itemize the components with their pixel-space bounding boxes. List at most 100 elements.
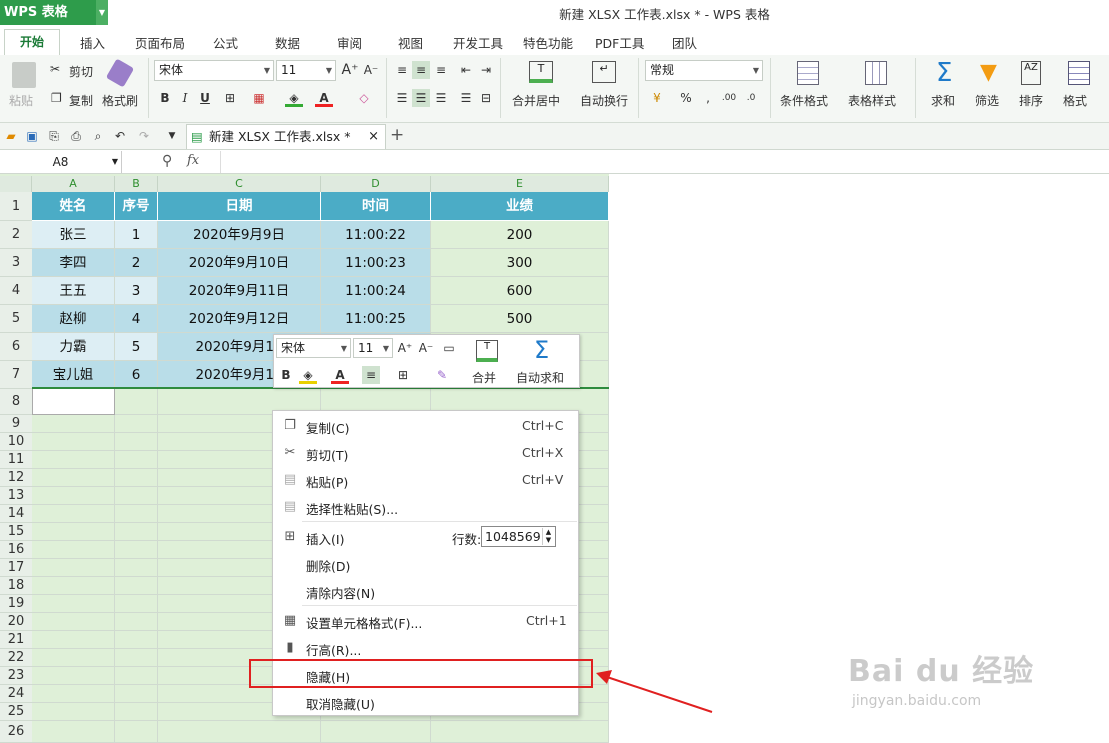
table-cell[interactable]: 2	[115, 249, 158, 277]
row-header-25[interactable]: 25	[0, 703, 32, 721]
empty-cell[interactable]	[115, 577, 158, 595]
rows-count-input[interactable]: 1048569 ▲ ▼	[481, 526, 556, 547]
table-cell[interactable]: 2020年9月10日	[158, 249, 321, 277]
row-header-1[interactable]: 1	[0, 192, 32, 221]
font-select[interactable]: 宋体 ▼	[154, 60, 274, 81]
empty-cell[interactable]	[32, 667, 115, 685]
format-button[interactable]: 格式	[1063, 92, 1087, 109]
table-cell[interactable]: 6	[115, 361, 158, 389]
row-header-6[interactable]: 6	[0, 333, 32, 361]
menu-unhide[interactable]: 取消隐藏(U)	[306, 694, 375, 713]
decrease-decimal-icon[interactable]: .0	[742, 89, 760, 107]
border-icon[interactable]: ⊞	[221, 89, 239, 107]
export-pdf-icon[interactable]: ⎘	[45, 127, 63, 145]
table-cell[interactable]: 200	[431, 221, 609, 249]
spinner-icon[interactable]: ▲ ▼	[542, 528, 554, 545]
mini-font-color-icon[interactable]: A	[331, 366, 349, 384]
empty-cell[interactable]	[115, 523, 158, 541]
table-header-cell[interactable]: 日期	[158, 192, 321, 221]
empty-cell[interactable]	[115, 595, 158, 613]
select-all-corner[interactable]	[0, 176, 32, 192]
copy-button[interactable]: 复制	[69, 92, 93, 109]
font-color-icon[interactable]: A	[315, 89, 333, 107]
empty-cell[interactable]	[115, 541, 158, 559]
empty-cell[interactable]	[115, 469, 158, 487]
sum-button[interactable]: 求和	[931, 92, 955, 109]
increase-font-icon[interactable]: A⁺	[341, 61, 359, 79]
fill-color-icon[interactable]: ◈	[285, 89, 303, 107]
percent-button[interactable]: %	[677, 89, 695, 107]
row-header-16[interactable]: 16	[0, 541, 32, 559]
paste-button[interactable]: 粘贴	[9, 92, 33, 109]
menu-paste-special[interactable]: 选择性粘贴(S)...	[306, 499, 398, 518]
align-bottom-icon[interactable]: ≡	[432, 61, 450, 79]
paste-icon[interactable]	[12, 62, 36, 88]
empty-cell[interactable]	[158, 721, 321, 743]
mini-merge-button[interactable]: 合并	[472, 369, 496, 386]
increase-decimal-icon[interactable]: .00	[720, 89, 738, 107]
format-painter-button[interactable]: 格式刷	[102, 92, 138, 109]
empty-cell[interactable]	[115, 613, 158, 631]
save-icon[interactable]: ▣	[23, 127, 41, 145]
row-header-23[interactable]: 23	[0, 667, 32, 685]
row-header-2[interactable]: 2	[0, 221, 32, 249]
tab-pdf[interactable]: PDF工具	[595, 33, 644, 52]
font-size-select[interactable]: 11 ▼	[276, 60, 336, 81]
empty-cell[interactable]	[32, 469, 115, 487]
table-cell[interactable]: 11:00:22	[321, 221, 431, 249]
table-cell[interactable]: 2020年9月12日	[158, 305, 321, 333]
table-cell[interactable]: 力霸	[32, 333, 115, 361]
menu-cut[interactable]: 剪切(T)	[306, 445, 348, 464]
filter-icon[interactable]: ▼	[980, 60, 997, 85]
format-icon[interactable]	[1068, 61, 1090, 85]
empty-cell[interactable]	[115, 433, 158, 451]
row-header-12[interactable]: 12	[0, 469, 32, 487]
filter-button[interactable]: 筛选	[975, 92, 999, 109]
menu-paste[interactable]: 粘贴(P)	[306, 472, 348, 491]
decrease-font-icon[interactable]: A⁻	[362, 61, 380, 79]
mini-decrease-font-icon[interactable]: A⁻	[417, 339, 435, 357]
align-left-icon[interactable]: ☰	[393, 89, 411, 107]
mini-fill-color-icon[interactable]: ◈	[299, 366, 317, 384]
fill-pattern-icon[interactable]: ▦	[250, 89, 268, 107]
empty-cell[interactable]	[32, 577, 115, 595]
tab-team[interactable]: 团队	[672, 33, 697, 52]
currency-icon[interactable]: ¥	[648, 89, 666, 107]
table-cell[interactable]: 4	[115, 305, 158, 333]
row-header-14[interactable]: 14	[0, 505, 32, 523]
zoom-icon[interactable]: ⚲	[162, 153, 172, 169]
row-header-26[interactable]: 26	[0, 721, 32, 743]
mini-merge-icon[interactable]: T	[476, 340, 498, 362]
undo-icon[interactable]: ↶	[111, 127, 129, 145]
align-right-icon[interactable]: ☰	[432, 89, 450, 107]
table-cell[interactable]: 宝儿姐	[32, 361, 115, 389]
menu-format-cells[interactable]: 设置单元格格式(F)...	[306, 613, 422, 632]
tab-data[interactable]: 数据	[275, 33, 300, 52]
row-header-24[interactable]: 24	[0, 685, 32, 703]
row-header-5[interactable]: 5	[0, 305, 32, 333]
conditional-format-icon[interactable]	[797, 61, 819, 85]
row-header-17[interactable]: 17	[0, 559, 32, 577]
sort-icon[interactable]: AZ	[1021, 61, 1041, 85]
table-cell[interactable]: 3	[115, 277, 158, 305]
open-icon[interactable]: ▰	[2, 127, 20, 145]
wrap-text-icon[interactable]: ↵	[592, 61, 616, 83]
empty-cell[interactable]	[115, 505, 158, 523]
mini-format-icon[interactable]: ▭	[440, 339, 458, 357]
tab-special[interactable]: 特色功能	[523, 33, 573, 52]
align-center-icon[interactable]: ☰	[412, 89, 430, 107]
conditional-format-button[interactable]: 条件格式	[780, 92, 828, 109]
empty-cell[interactable]	[115, 415, 158, 433]
empty-cell[interactable]	[115, 389, 158, 415]
tab-home[interactable]: 开始	[4, 29, 60, 55]
row-header-15[interactable]: 15	[0, 523, 32, 541]
empty-cell[interactable]	[431, 721, 609, 743]
empty-cell[interactable]	[32, 523, 115, 541]
tab-formula[interactable]: 公式	[213, 33, 238, 52]
row-header-13[interactable]: 13	[0, 487, 32, 505]
mini-increase-font-icon[interactable]: A⁺	[396, 339, 414, 357]
table-cell[interactable]: 王五	[32, 277, 115, 305]
empty-cell[interactable]	[115, 451, 158, 469]
new-tab-icon[interactable]: +	[390, 125, 404, 145]
sort-button[interactable]: 排序	[1019, 92, 1043, 109]
